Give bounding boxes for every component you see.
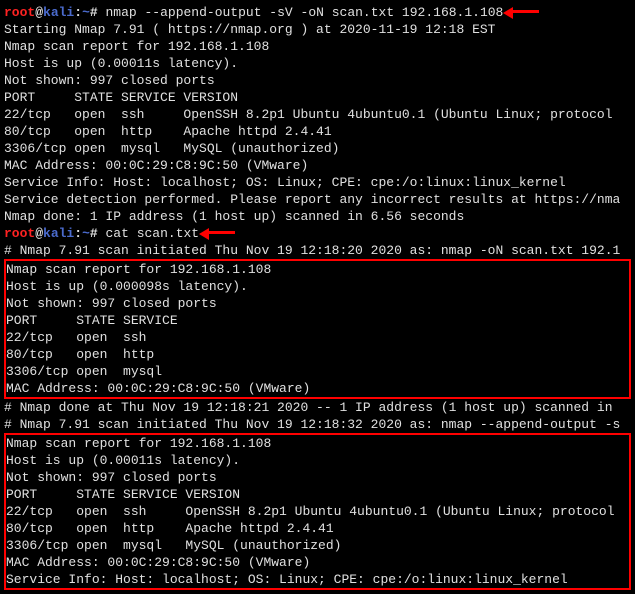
- file-text: PORT STATE SERVICE: [6, 312, 627, 329]
- file-comment: # Nmap 7.91 scan initiated Thu Nov 19 12…: [4, 416, 631, 433]
- output-text: Service Info: Host: localhost; OS: Linux…: [4, 174, 631, 191]
- command-nmap: nmap --append-output -sV -oN scan.txt 19…: [105, 5, 503, 20]
- file-text: PORT STATE SERVICE VERSION: [6, 486, 627, 503]
- output-text: 80/tcp open http Apache httpd 2.4.41: [4, 123, 631, 140]
- highlight-box-second-scan: Nmap scan report for 192.168.1.108 Host …: [4, 433, 631, 590]
- file-text: MAC Address: 00:0C:29:C8:9C:50 (VMware): [6, 554, 627, 571]
- output-text: 22/tcp open ssh OpenSSH 8.2p1 Ubuntu 4ub…: [4, 106, 631, 123]
- file-text: 3306/tcp open mysql: [6, 363, 627, 380]
- file-text: 22/tcp open ssh: [6, 329, 627, 346]
- output-text: Starting Nmap 7.91 ( https://nmap.org ) …: [4, 21, 631, 38]
- prompt-user: root: [4, 5, 35, 20]
- prompt-host: kali: [43, 226, 74, 241]
- output-text: Service detection performed. Please repo…: [4, 191, 631, 208]
- file-text: MAC Address: 00:0C:29:C8:9C:50 (VMware): [6, 380, 627, 397]
- file-comment: # Nmap 7.91 scan initiated Thu Nov 19 12…: [4, 242, 631, 259]
- file-text: Nmap scan report for 192.168.1.108: [6, 261, 627, 278]
- annotation-arrow-icon: [207, 225, 235, 242]
- command-cat: cat scan.txt: [105, 226, 199, 241]
- file-text: Not shown: 997 closed ports: [6, 469, 627, 486]
- prompt-colon: :: [74, 226, 82, 241]
- highlight-box-first-scan: Nmap scan report for 192.168.1.108 Host …: [4, 259, 631, 399]
- file-text: 80/tcp open http: [6, 346, 627, 363]
- annotation-arrow-icon: [511, 4, 539, 21]
- output-text: Host is up (0.00011s latency).: [4, 55, 631, 72]
- file-text: Service Info: Host: localhost; OS: Linux…: [6, 571, 627, 588]
- output-text: 3306/tcp open mysql MySQL (unauthorized): [4, 140, 631, 157]
- output-text: PORT STATE SERVICE VERSION: [4, 89, 631, 106]
- output-text: Nmap scan report for 192.168.1.108: [4, 38, 631, 55]
- file-text: 22/tcp open ssh OpenSSH 8.2p1 Ubuntu 4ub…: [6, 503, 627, 520]
- file-text: 80/tcp open http Apache httpd 2.4.41: [6, 520, 627, 537]
- prompt-line-1[interactable]: root@kali:~# nmap --append-output -sV -o…: [4, 4, 631, 21]
- prompt-line-2[interactable]: root@kali:~# cat scan.txt: [4, 225, 631, 242]
- prompt-host: kali: [43, 5, 74, 20]
- prompt-at: @: [35, 226, 43, 241]
- file-text: Host is up (0.00011s latency).: [6, 452, 627, 469]
- file-text: 3306/tcp open mysql MySQL (unauthorized): [6, 537, 627, 554]
- prompt-path: ~: [82, 226, 90, 241]
- file-text: Host is up (0.000098s latency).: [6, 278, 627, 295]
- prompt-hash: #: [90, 226, 106, 241]
- prompt-hash: #: [90, 5, 106, 20]
- file-text: Not shown: 997 closed ports: [6, 295, 627, 312]
- output-text: MAC Address: 00:0C:29:C8:9C:50 (VMware): [4, 157, 631, 174]
- file-comment: # Nmap done at Thu Nov 19 12:18:21 2020 …: [4, 399, 631, 416]
- prompt-at: @: [35, 5, 43, 20]
- prompt-path: ~: [82, 5, 90, 20]
- prompt-user: root: [4, 226, 35, 241]
- output-text: Nmap done: 1 IP address (1 host up) scan…: [4, 208, 631, 225]
- output-text: Not shown: 997 closed ports: [4, 72, 631, 89]
- file-text: Nmap scan report for 192.168.1.108: [6, 435, 627, 452]
- prompt-colon: :: [74, 5, 82, 20]
